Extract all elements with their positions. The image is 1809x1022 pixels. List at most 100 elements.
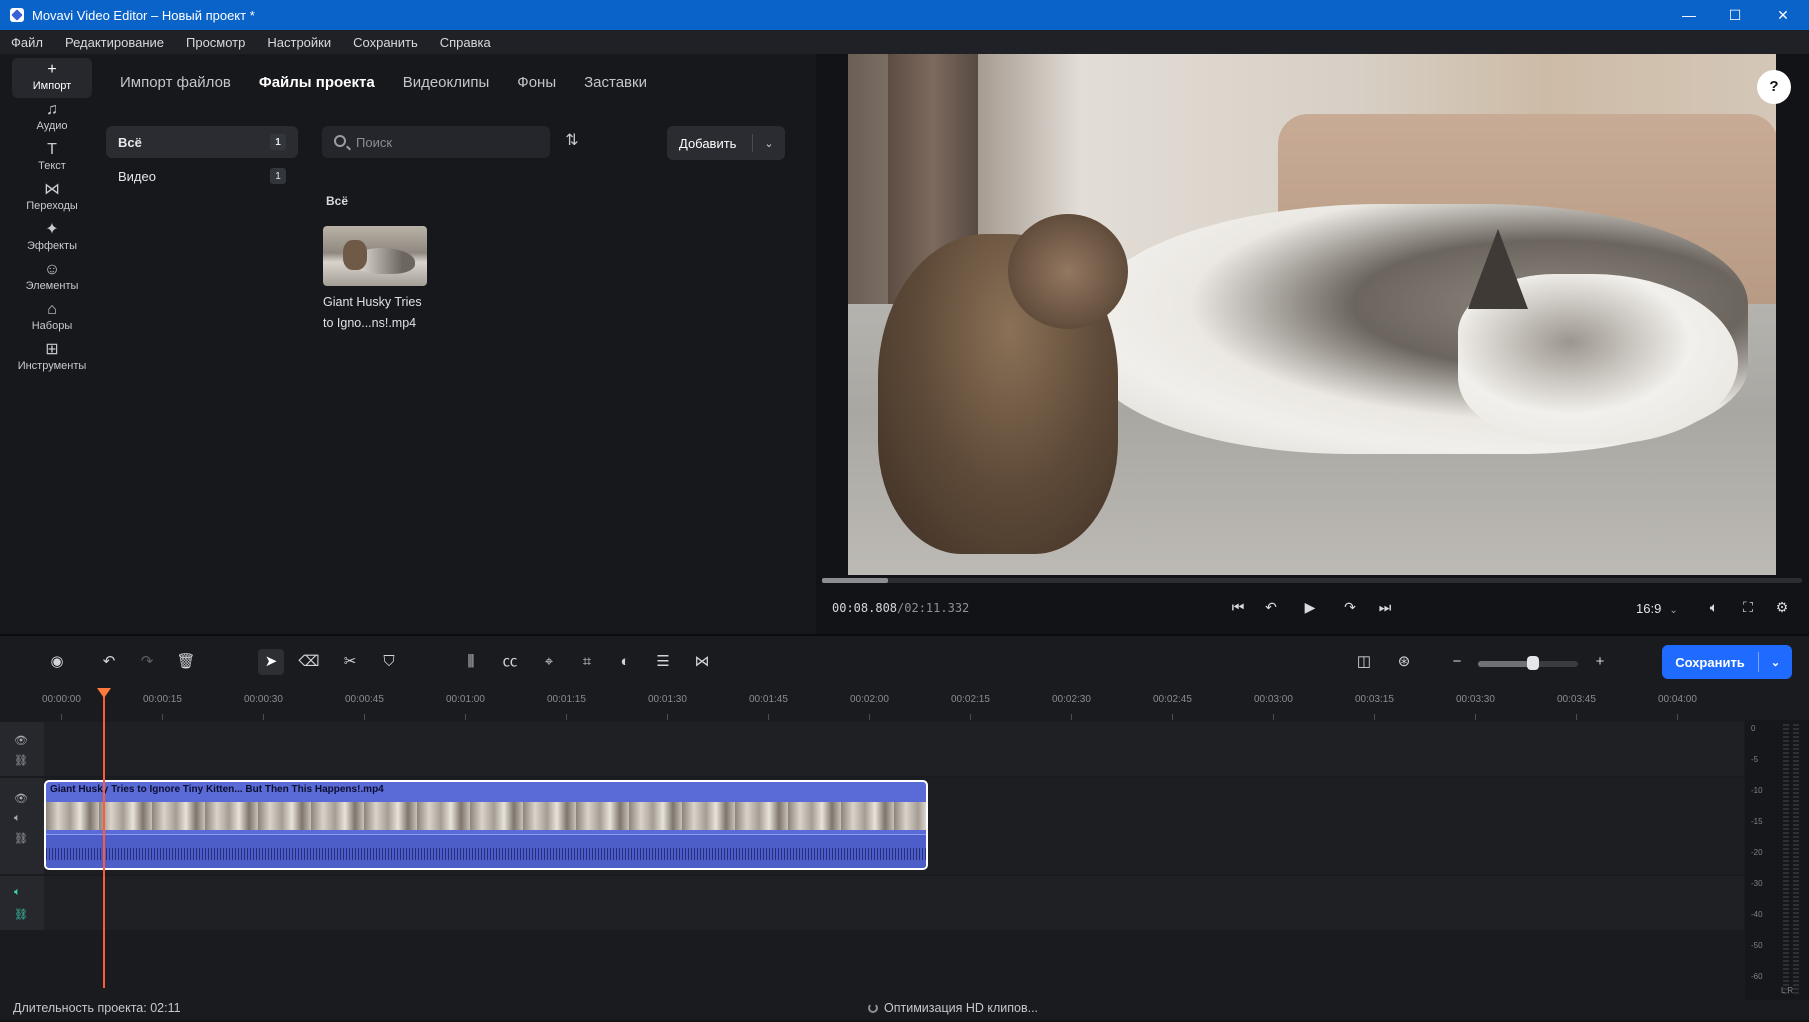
volume-button[interactable]: 🔈︎	[1701, 594, 1727, 620]
video-preview[interactable]	[848, 54, 1776, 575]
timeline-ruler[interactable]: 00:00:00 00:00:15 00:00:30 00:00:45 00:01:00…	[40, 686, 1740, 720]
video-clip[interactable]: Giant Husky Tries to Ignore Tiny Kitten.…	[44, 780, 928, 870]
aspect-ratio-select[interactable]: 16:9 ⌄	[1636, 601, 1678, 616]
speaker-icon[interactable]: 🔈︎	[14, 886, 21, 899]
category-all[interactable]: Всё 1	[106, 126, 298, 158]
ai-tracking-button[interactable]: ⌖	[536, 649, 562, 675]
sidebar-item-import[interactable]: + Импорт	[12, 58, 92, 98]
clip-title: Giant Husky Tries to Ignore Tiny Kitten.…	[50, 784, 384, 795]
menu-edit[interactable]: Редактирование	[54, 35, 175, 50]
sidebar-item-audio[interactable]: ♫ Аудио	[12, 98, 92, 138]
rewind-button[interactable]: ↶	[1258, 594, 1284, 620]
sidebar-item-effects[interactable]: ✦ Эффекты	[12, 218, 92, 258]
menu-file[interactable]: Файл	[0, 35, 54, 50]
audio-split-button[interactable]: ⫼	[458, 649, 484, 675]
maximize-button[interactable]: ☐	[1712, 0, 1758, 30]
snap-button[interactable]: ⊛	[1391, 649, 1417, 675]
fullscreen-button[interactable]: ⛶	[1735, 594, 1761, 620]
adjust-button[interactable]: ☰	[650, 649, 676, 675]
sort-icon: ⇅	[565, 132, 579, 149]
speaker-icon[interactable]: 🔈︎	[14, 812, 21, 825]
tab-import-files[interactable]: Импорт файлов	[120, 74, 231, 91]
meter-db-label: -50	[1751, 941, 1763, 950]
player-settings-button[interactable]: ⚙	[1769, 594, 1795, 620]
tab-backgrounds[interactable]: Фоны	[517, 74, 556, 91]
eraser-tool-button[interactable]: ⌫	[296, 649, 322, 675]
skip-to-end-button[interactable]: ⏭	[1372, 594, 1398, 620]
select-tool-button[interactable]: ➤	[258, 649, 284, 675]
playback-progress-bar[interactable]	[822, 578, 1802, 583]
sidebar-item-transitions[interactable]: ⋈ Переходы	[12, 178, 92, 218]
track-row-1[interactable]	[44, 722, 1744, 776]
menu-settings[interactable]: Настройки	[256, 35, 342, 50]
skip-to-start-button[interactable]: ⏮	[1225, 594, 1251, 620]
media-file-name[interactable]: Giant Husky Tries to Igno...ns!.mp4	[323, 292, 431, 334]
link-icon[interactable]: ⛓︎	[14, 754, 28, 767]
minus-icon: −	[1452, 653, 1462, 670]
playhead-line[interactable]	[103, 688, 105, 988]
tab-intros[interactable]: Заставки	[584, 74, 647, 91]
help-button[interactable]: ?	[1757, 70, 1791, 104]
audio-detach-button[interactable]: ◫	[1351, 649, 1377, 675]
link-icon[interactable]: ⛓︎	[14, 908, 28, 921]
delete-button[interactable]: 🗑︎	[173, 649, 199, 675]
waveform-icon: ⫼	[467, 653, 475, 670]
sidebar-item-tools[interactable]: ⊞ Инструменты	[12, 338, 92, 378]
play-button[interactable]: ▶	[1297, 594, 1323, 620]
project-duration: Длительность проекта: 02:11	[13, 1001, 181, 1015]
media-thumbnail[interactable]	[323, 226, 427, 286]
menu-bar: Файл Редактирование Просмотр Настройки С…	[0, 30, 1809, 54]
record-button[interactable]: ◉	[44, 649, 70, 675]
tab-project-files[interactable]: Файлы проекта	[259, 74, 375, 91]
meter-db-label: 0	[1751, 724, 1756, 733]
crop-button[interactable]: ⌗	[574, 649, 600, 675]
sidebar-item-elements[interactable]: ☺ Элементы	[12, 258, 92, 298]
sidebar-item-text[interactable]: T Текст	[12, 138, 92, 178]
chevron-down-icon[interactable]: ⌄	[1759, 656, 1792, 669]
track-row-3[interactable]	[44, 876, 1744, 930]
transition-wizard-button[interactable]: ⋈	[689, 649, 715, 675]
chevron-down-icon[interactable]: ⌄	[753, 137, 785, 150]
ruler-label: 00:02:15	[951, 694, 990, 705]
shield-icon: ⛉	[383, 653, 395, 670]
text-icon: T	[47, 141, 57, 158]
sidebar-item-label: Импорт	[32, 80, 72, 92]
cut-button[interactable]: ✂	[337, 649, 363, 675]
add-button[interactable]: Добавить ⌄	[667, 126, 785, 160]
zoom-slider-handle[interactable]	[1527, 656, 1539, 670]
color-button[interactable]: ◐	[612, 649, 638, 675]
ruler-label: 00:00:15	[143, 694, 182, 705]
marker-button[interactable]: ⛉	[376, 649, 402, 675]
zoom-out-button[interactable]: −	[1444, 649, 1470, 675]
subtitles-button[interactable]: ㏄	[497, 649, 523, 675]
link-icon[interactable]: ⛓︎	[14, 832, 28, 845]
cc-icon: ㏄	[502, 653, 518, 670]
redo-button[interactable]: ↷	[134, 649, 160, 675]
close-button[interactable]: ✕	[1760, 0, 1806, 30]
ruler-tick	[1677, 714, 1678, 720]
undo-button[interactable]: ↶	[96, 649, 122, 675]
meter-bar-left	[1783, 724, 1789, 994]
sort-button[interactable]: ⇅	[560, 130, 584, 154]
tab-video-clips[interactable]: Видеоклипы	[403, 74, 490, 91]
sidebar-item-label: Элементы	[25, 280, 79, 292]
meter-bar-right	[1793, 724, 1799, 994]
eye-icon[interactable]: 👁︎	[14, 734, 28, 747]
save-button[interactable]: Сохранить ⌄	[1662, 645, 1792, 679]
search-input[interactable]: Поиск	[322, 126, 550, 158]
ruler-label: 00:02:30	[1052, 694, 1091, 705]
minimize-button[interactable]: —	[1666, 0, 1712, 30]
zoom-in-button[interactable]: +	[1587, 649, 1613, 675]
eye-icon[interactable]: 👁︎	[14, 792, 28, 805]
scissors-icon: ✂	[343, 653, 357, 670]
meter-db-label: -30	[1751, 879, 1763, 888]
ruler-label: 00:01:30	[648, 694, 687, 705]
category-video[interactable]: Видео 1	[106, 160, 298, 192]
menu-view[interactable]: Просмотр	[175, 35, 256, 50]
menu-save[interactable]: Сохранить	[342, 35, 429, 50]
sidebar-item-label: Эффекты	[26, 240, 77, 252]
add-button-label: Добавить	[679, 135, 737, 151]
forward-button[interactable]: ↷	[1337, 594, 1363, 620]
menu-help[interactable]: Справка	[429, 35, 502, 50]
sidebar-item-sets[interactable]: ⌂ Наборы	[12, 298, 92, 338]
